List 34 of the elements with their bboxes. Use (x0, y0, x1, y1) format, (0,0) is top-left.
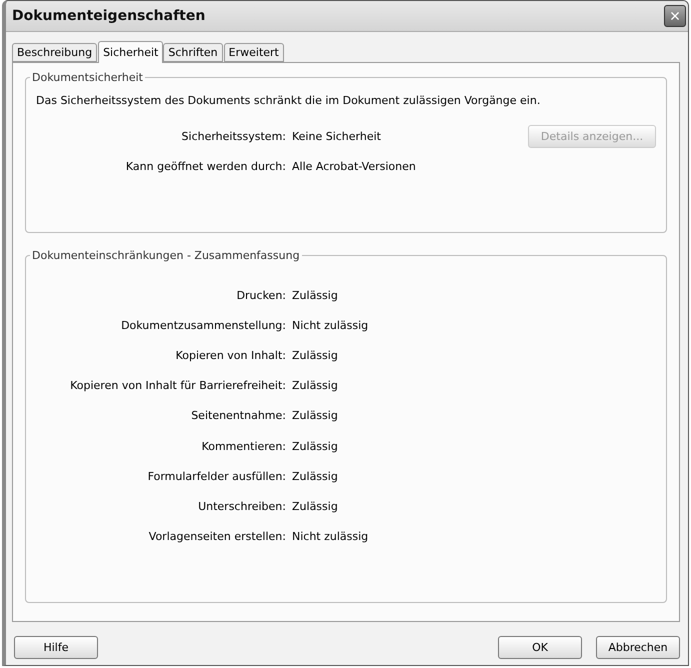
field-value: Zulässig (292, 409, 338, 422)
field-value: Zulässig (292, 379, 338, 392)
close-button[interactable]: × (664, 5, 686, 27)
field-value: Nicht zulässig (292, 530, 368, 544)
group-legend: Dokumentsicherheit (30, 71, 145, 84)
field-label: Kommentieren: (200, 440, 286, 453)
field-label: Kann geöffnet werden durch: (124, 160, 286, 172)
field-value: Zulässig (292, 440, 338, 453)
field-label: Unterschreiben: (197, 500, 286, 513)
intro-text: Das Sicherheitssystem des Dokuments schränkt die im Dokument zulässigen Vorgänge ein. (36, 94, 542, 107)
help-button[interactable]: Hilfe (14, 636, 98, 659)
dialog-button[interactable]: Abbrechen (596, 636, 680, 659)
field-label: Formularfelder ausfüllen: (146, 470, 286, 483)
field-label: Seitenentnahme: (190, 409, 286, 422)
window-title: Dokumenteigenschaften (12, 8, 206, 24)
field-label: Sicherheitssystem: (180, 130, 286, 142)
field-label: Drucken: (236, 288, 286, 302)
tab[interactable]: Beschreibung (12, 43, 98, 62)
field-label: Kopieren von Inhalt: (174, 348, 286, 362)
field-value: Nicht zulässig (292, 318, 368, 332)
dialog-button[interactable]: OK (498, 636, 582, 659)
field-value: Zulässig (292, 500, 338, 513)
field-value: Alle Acrobat-Versionen (292, 160, 416, 172)
group-legend: Dokumenteinschränkungen - Zusammenfassung (30, 249, 302, 262)
field-label: Dokumentzusammenstellung: (120, 318, 286, 332)
field-value: Zulässig (292, 288, 338, 302)
tab[interactable]: Schriften (163, 43, 223, 62)
tab[interactable]: Erweitert (224, 43, 284, 62)
field-value: Zulässig (292, 470, 338, 483)
field-value: Zulässig (292, 348, 338, 362)
field-label: Vorlagenseiten erstellen: (148, 530, 286, 544)
field-label: Kopieren von Inhalt für Barrierefreiheit: (69, 379, 286, 392)
field-value: Keine Sicherheit (292, 130, 381, 142)
tab[interactable]: Sicherheit (98, 41, 164, 63)
